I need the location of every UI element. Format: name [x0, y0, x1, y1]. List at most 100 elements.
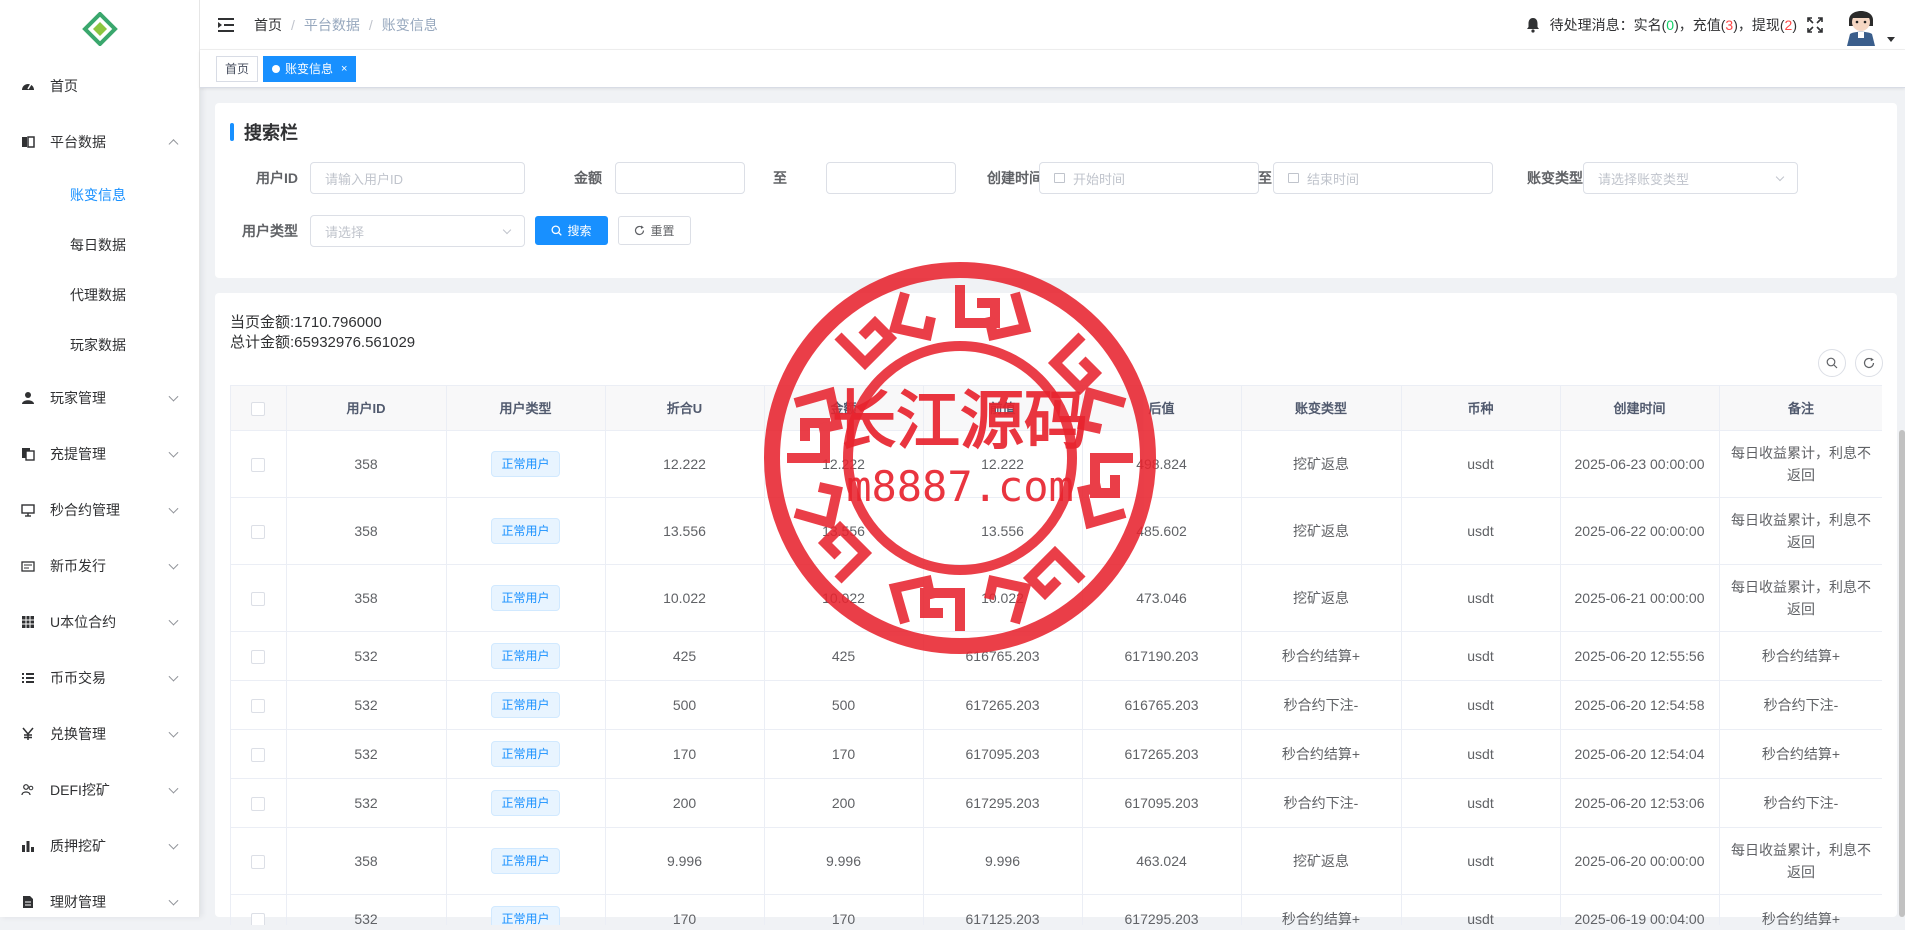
- pending-messages[interactable]: 待处理消息：实名( 0 )，充值( 3 )，提现( 2 ): [1550, 15, 1797, 35]
- user-type-tag: 正常用户: [491, 584, 560, 611]
- user-type-tag: 正常用户: [491, 642, 560, 669]
- column-header[interactable]: 币种: [1401, 386, 1561, 431]
- table-row[interactable]: 358 正常用户 13.556 13.556 13.556 485.602 挖矿返息 usdt…: [231, 497, 1882, 565]
- change-type-select[interactable]: 请选择账变类型: [1583, 162, 1798, 194]
- cell-before: 617095.203: [923, 729, 1083, 779]
- sidebar-item-3[interactable]: 充提管理: [0, 426, 199, 482]
- row-checkbox[interactable]: [251, 747, 266, 762]
- row-checkbox-cell: [231, 497, 287, 565]
- user-type-cell: 正常用户: [446, 778, 606, 828]
- chevron-down-icon: [168, 615, 179, 626]
- table-row[interactable]: 358 正常用户 9.996 9.996 9.996 463.024 挖矿返息 usdt 202…: [231, 827, 1882, 895]
- sidebar-item-1[interactable]: 平台数据: [0, 114, 199, 170]
- tag-label: 首页: [225, 61, 250, 76]
- bell-icon[interactable]: [1526, 17, 1540, 33]
- avatar-caret-icon[interactable]: [1887, 37, 1895, 42]
- sidebar-item-9[interactable]: DEFI挖矿: [0, 762, 199, 818]
- column-header[interactable]: 金额: [764, 386, 924, 431]
- sidebar-subitem-1[interactable]: 每日数据: [0, 220, 199, 270]
- column-header[interactable]: 后值: [1082, 386, 1242, 431]
- cell-change: 挖矿返息: [1241, 430, 1402, 498]
- user-type-cell: 正常用户: [446, 729, 606, 779]
- cell-amount: 9.996: [764, 827, 924, 895]
- sidebar-item-8[interactable]: 兑换管理: [0, 706, 199, 762]
- cell-change: 秒合约下注-: [1241, 680, 1402, 730]
- table-row[interactable]: 358 正常用户 10.022 10.022 10.022 473.046 挖矿返息 usdt…: [231, 564, 1882, 632]
- sidebar-item-2[interactable]: 玩家管理: [0, 370, 199, 426]
- cell-u: 10.022: [605, 564, 765, 632]
- reset-button[interactable]: 重置: [618, 216, 691, 245]
- sidebar-item-0[interactable]: 首页: [0, 58, 199, 114]
- user-type-label: 用户类型: [242, 223, 298, 239]
- user-id-label: 用户ID: [256, 170, 298, 186]
- monitor-icon: [20, 502, 36, 518]
- sidebar-subitem-2[interactable]: 代理数据: [0, 270, 199, 320]
- column-header[interactable]: 用户ID: [286, 386, 447, 431]
- table-row[interactable]: 532 正常用户 170 170 617095.203 617265.203 秒合约结算+ u…: [231, 729, 1882, 779]
- sidebar-item-6[interactable]: U本位合约: [0, 594, 199, 650]
- cell-change: 秒合约下注-: [1241, 778, 1402, 828]
- row-checkbox[interactable]: [251, 854, 266, 869]
- cell-change: 秒合约结算+: [1241, 894, 1402, 925]
- user-type-tag: 正常用户: [491, 740, 560, 767]
- tag-home[interactable]: 首页: [216, 55, 259, 82]
- row-checkbox[interactable]: [251, 524, 266, 539]
- sidebar-subitem-0[interactable]: 账变信息: [0, 170, 199, 220]
- table-row[interactable]: 358 正常用户 12.222 12.222 12.222 498.824 挖矿返息 usdt…: [231, 430, 1882, 498]
- toggle-search-button[interactable]: [1818, 349, 1846, 377]
- column-header[interactable]: 备注: [1719, 386, 1882, 431]
- cell-time: 2025-06-20 00:00:00: [1560, 827, 1720, 895]
- close-icon[interactable]: ×: [341, 57, 347, 81]
- row-checkbox[interactable]: [251, 457, 266, 472]
- table-row[interactable]: 532 正常用户 170 170 617125.203 617295.203 秒合约结算+ u…: [231, 894, 1882, 925]
- navbar: 首页 / 平台数据 / 账变信息 待处理消息：实名( 0 )，充值( 3 )，提…: [200, 0, 1905, 50]
- breadcrumb-separator: /: [291, 16, 295, 33]
- amount-max-input[interactable]: [826, 162, 956, 194]
- row-checkbox[interactable]: [251, 912, 266, 925]
- column-header[interactable]: 前值: [923, 386, 1083, 431]
- breadcrumb-home[interactable]: 首页: [254, 15, 282, 35]
- end-time-input[interactable]: 结束时间: [1273, 162, 1493, 194]
- title-accent-bar: [230, 123, 234, 141]
- sidebar-subitem-3[interactable]: 玩家数据: [0, 320, 199, 370]
- column-header[interactable]: 折合U: [605, 386, 765, 431]
- search-button[interactable]: 搜索: [535, 216, 608, 245]
- sidebar-item-11[interactable]: 理财管理: [0, 874, 199, 930]
- sidebar-item-10[interactable]: 质押挖矿: [0, 818, 199, 874]
- chevron-down-icon: [168, 391, 179, 402]
- table-row[interactable]: 532 正常用户 200 200 617295.203 617095.203 秒合约下注-u…: [231, 778, 1882, 828]
- avatar[interactable]: [1841, 4, 1895, 46]
- user-id-input[interactable]: 请输入用户ID: [310, 162, 525, 194]
- sidebar-item-label: U本位合约: [50, 614, 117, 630]
- cell-before: 617295.203: [923, 778, 1083, 828]
- created-time-label: 创建时间: [987, 170, 1043, 186]
- hamburger-icon[interactable]: [218, 17, 238, 33]
- table-row[interactable]: 532 正常用户 500 500 617265.203 616765.203 秒合约下注-u…: [231, 680, 1882, 730]
- breadcrumb: 首页 / 平台数据 / 账变信息: [254, 15, 438, 35]
- refresh-button[interactable]: [1855, 349, 1883, 377]
- column-header[interactable]: 用户类型: [446, 386, 606, 431]
- logo[interactable]: [0, 0, 199, 58]
- amount-min-input[interactable]: [615, 162, 745, 194]
- cell-u: 500: [605, 680, 765, 730]
- cell-uid: 532: [286, 729, 447, 779]
- table-row[interactable]: 532 正常用户 425 425 616765.203 617190.203 秒合约结算+ u…: [231, 631, 1882, 681]
- sidebar-item-7[interactable]: 币币交易: [0, 650, 199, 706]
- page-scrollbar[interactable]: [1899, 430, 1905, 917]
- sidebar-item-5[interactable]: 新币发行: [0, 538, 199, 594]
- fullscreen-icon[interactable]: [1807, 17, 1823, 33]
- list-icon: [20, 670, 36, 686]
- row-checkbox[interactable]: [251, 591, 266, 606]
- user-type-select[interactable]: 请选择: [310, 215, 525, 247]
- sidebar-item-4[interactable]: 秒合约管理: [0, 482, 199, 538]
- tag-current[interactable]: 账变信息 ×: [263, 55, 357, 82]
- column-header[interactable]: 创建时间: [1560, 386, 1720, 431]
- select-all-checkbox[interactable]: [251, 401, 266, 416]
- cell-after: 485.602: [1082, 497, 1242, 565]
- cell-u: 13.556: [605, 497, 765, 565]
- row-checkbox[interactable]: [251, 649, 266, 664]
- column-header[interactable]: 账变类型: [1241, 386, 1402, 431]
- row-checkbox[interactable]: [251, 698, 266, 713]
- row-checkbox[interactable]: [251, 796, 266, 811]
- start-time-input[interactable]: 开始时间: [1039, 162, 1259, 194]
